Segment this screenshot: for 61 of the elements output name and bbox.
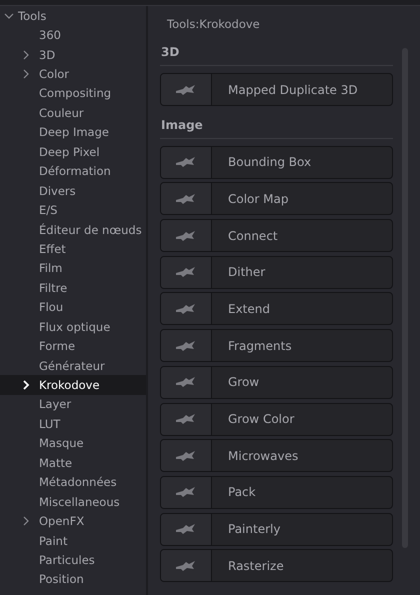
- brush-stroke-icon: [175, 340, 197, 352]
- brush-stroke-icon: [175, 266, 197, 278]
- tool-button[interactable]: Bounding Box: [160, 146, 393, 179]
- brush-stroke-icon: [175, 376, 197, 388]
- tree-item[interactable]: Particules: [0, 550, 146, 570]
- brush-stroke-icon: [175, 450, 197, 462]
- brush-stroke-icon: [175, 413, 197, 425]
- chevron-down-icon[interactable]: [4, 10, 14, 21]
- tool-button[interactable]: Mapped Duplicate 3D: [160, 73, 393, 106]
- tool-button[interactable]: Rasterize: [160, 549, 393, 582]
- tree-item[interactable]: OpenFX: [0, 511, 146, 531]
- tree-item[interactable]: Miscellaneous: [0, 492, 146, 512]
- brush-stroke-icon: [175, 156, 197, 168]
- tree-item[interactable]: Deep Image: [0, 122, 146, 142]
- tree-item[interactable]: Tools: [0, 6, 146, 26]
- brush-stroke-icon: [175, 230, 197, 242]
- brush-stroke-icon: [175, 192, 197, 205]
- brush-stroke-icon: [175, 84, 197, 96]
- tree-item[interactable]: Masque: [0, 434, 146, 454]
- tree-item[interactable]: Layer: [0, 394, 146, 414]
- tool-button[interactable]: Microwaves: [160, 439, 393, 472]
- tree-item[interactable]: 360: [0, 25, 146, 45]
- tool-button[interactable]: Grow Color: [160, 402, 393, 436]
- chevron-right-icon[interactable]: [21, 380, 31, 390]
- tool-button[interactable]: Connect: [160, 219, 393, 252]
- tree-item[interactable]: Métadonnées: [0, 472, 146, 492]
- tool-button[interactable]: Color Map: [160, 182, 393, 216]
- tree-item[interactable]: Filtre: [0, 278, 146, 298]
- tool-button[interactable]: Extend: [160, 292, 393, 326]
- tree-item[interactable]: E/S: [0, 200, 146, 220]
- tree-item[interactable]: 3D: [0, 44, 146, 64]
- tree-item[interactable]: Couleur: [0, 103, 146, 123]
- tree-item[interactable]: Divers: [0, 180, 146, 200]
- tree-item[interactable]: Deep Pixel: [0, 142, 146, 162]
- tree-item[interactable]: Éditeur de nœuds: [0, 220, 146, 240]
- tree-item[interactable]: Position: [0, 570, 146, 590]
- tree-item[interactable]: Paint: [0, 530, 146, 550]
- brush-stroke-icon: [175, 523, 197, 536]
- tree-item[interactable]: Matte: [0, 453, 146, 472]
- section-header: Image: [160, 116, 204, 134]
- tree-item[interactable]: Flou: [0, 298, 146, 317]
- brush-stroke-icon: [175, 560, 197, 572]
- tree-item[interactable]: Forme: [0, 336, 146, 356]
- tree-item[interactable]: Déformation: [0, 162, 146, 181]
- tool-button[interactable]: Pack: [160, 476, 393, 509]
- section-header: 3D: [160, 44, 180, 61]
- tree-item[interactable]: Color: [0, 64, 146, 84]
- tree-item[interactable]: Film: [0, 258, 146, 278]
- tool-button[interactable]: Grow: [160, 366, 393, 399]
- brush-stroke-icon: [175, 486, 197, 498]
- brush-stroke-icon: [175, 302, 197, 315]
- tree-item[interactable]: Flux optique: [0, 317, 146, 336]
- tool-button[interactable]: Dither: [160, 256, 393, 289]
- tree-item[interactable]: Compositing: [0, 84, 146, 104]
- tree-item[interactable]: Effet: [0, 239, 146, 259]
- tree-item[interactable]: LUT: [0, 414, 146, 434]
- tree-item[interactable]: Générateur: [0, 356, 146, 376]
- breadcrumb-label: Tools:Krokodove: [166, 17, 261, 33]
- tool-button[interactable]: Painterly: [160, 512, 393, 546]
- tree-item[interactable]: Krokodove: [0, 375, 146, 395]
- tool-button[interactable]: Fragments: [160, 329, 393, 362]
